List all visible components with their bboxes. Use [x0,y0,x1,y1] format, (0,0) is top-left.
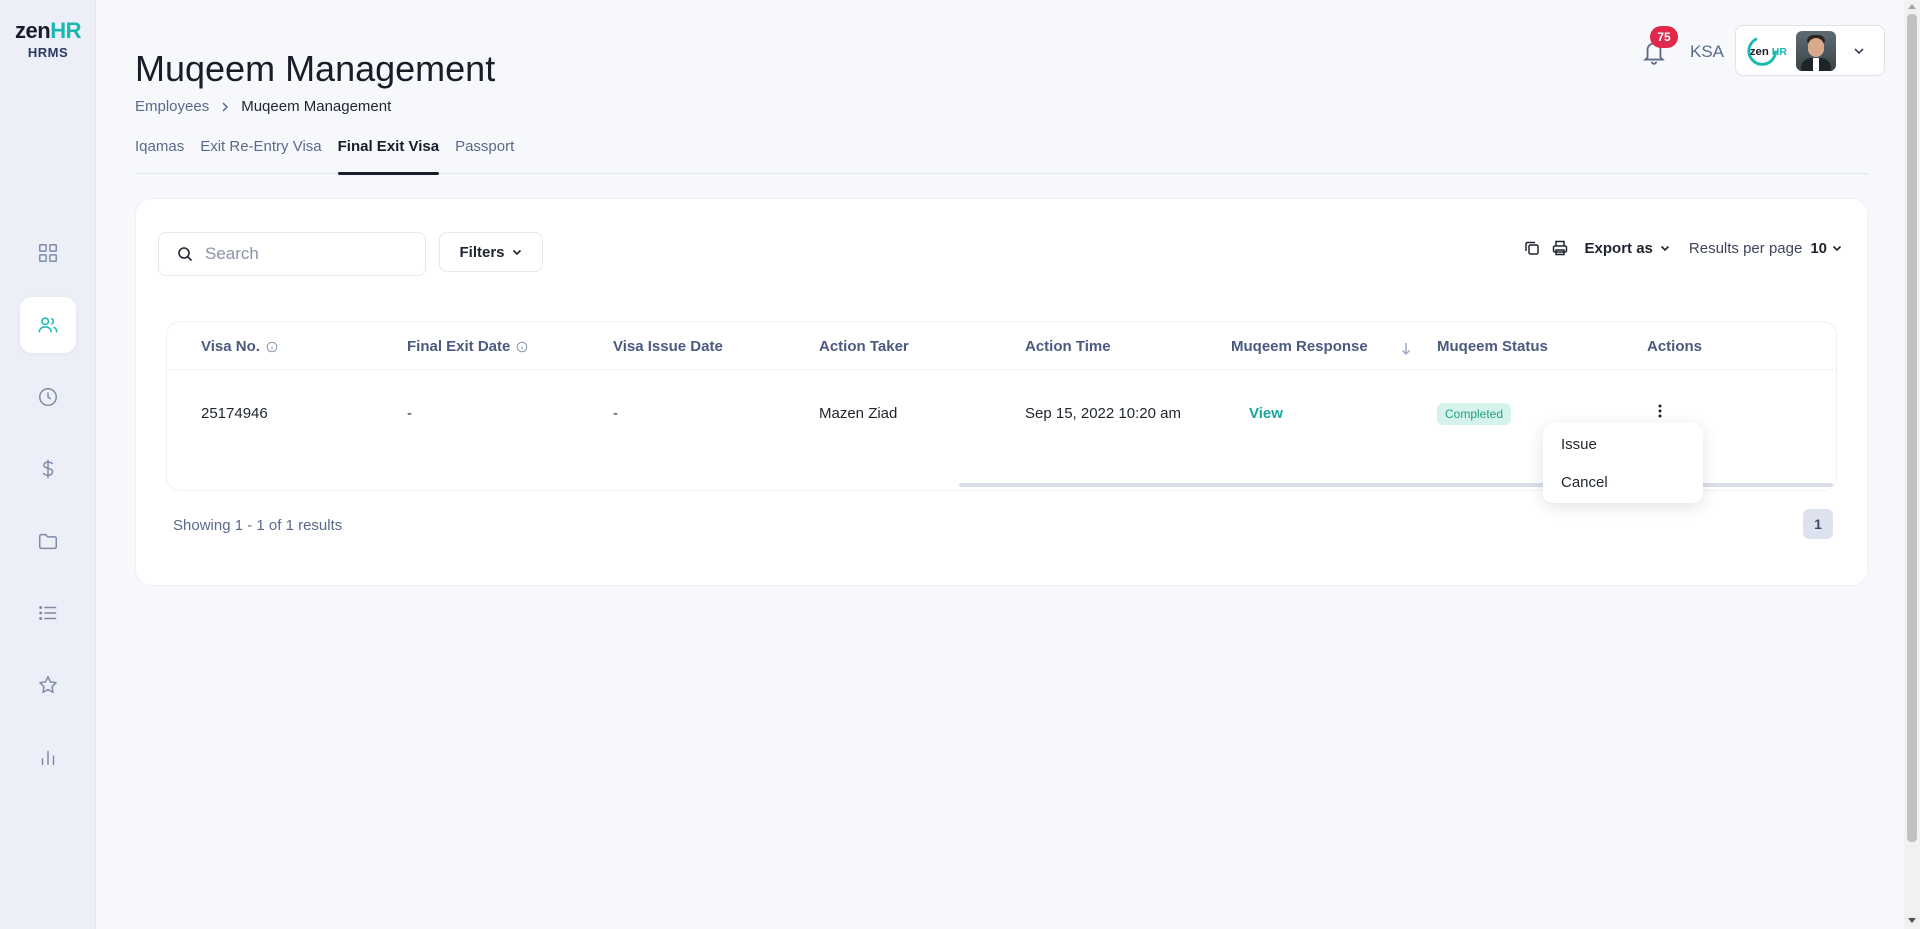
sidebar-item-payroll[interactable] [20,441,76,497]
sort-arrow-down-icon[interactable] [1400,342,1412,356]
page-scrollbar[interactable] [1904,0,1920,929]
scroll-down-arrow-icon[interactable] [1908,918,1916,923]
breadcrumb: Employees Muqeem Management [135,98,391,115]
bar-chart-icon [41,750,55,766]
logo-main: zen [15,18,51,43]
column-header-action-time[interactable]: Action Time [1025,338,1111,355]
column-header-visa-no[interactable]: Visa No. [201,338,278,355]
chevron-right-icon [222,101,229,112]
column-label: Visa No. [201,338,260,355]
zenhr-company-logo-icon: zen HR [1747,35,1788,66]
table-toolbar: Export as Results per page 10 [1523,239,1843,257]
cell-action-taker: Mazen Ziad [819,405,898,422]
sidebar-item-attendance[interactable] [20,369,76,425]
logo-accent: HR [50,18,81,43]
row-actions-button[interactable] [1650,401,1670,421]
chevron-down-icon [1660,245,1669,252]
results-summary: Showing 1 - 1 of 1 results [173,517,343,534]
print-icon[interactable] [1551,239,1569,257]
list-icon [39,606,57,620]
column-header-visa-issue-date[interactable]: Visa Issue Date [613,338,723,355]
page-title: Muqeem Management [135,48,496,89]
column-header-final-exit-date[interactable]: Final Exit Date [407,338,528,355]
zenhr-logo[interactable]: zenHR HRMS [0,18,96,60]
results-per-page-select[interactable]: 10 [1810,240,1843,257]
results-per-page-label: Results per page [1688,239,1803,257]
sidebar-item-employees[interactable] [20,297,76,353]
clock-icon [39,388,57,406]
users-icon [38,317,58,333]
column-header-muqeem-response[interactable]: Muqeem Response [1231,338,1368,355]
chevron-down-icon [1854,47,1864,54]
column-label: Final Exit Date [407,338,511,355]
tab-iqamas[interactable]: Iqamas [135,136,184,174]
cell-action-time: Sep 15, 2022 10:20 am [1025,405,1181,422]
column-header-actions: Actions [1647,338,1703,355]
kebab-menu-icon [1658,404,1662,418]
row-actions-menu: Issue Cancel [1543,423,1703,503]
filters-button[interactable]: Filters [439,232,543,272]
folder-icon [39,533,57,550]
filters-label: Filters [459,243,505,261]
tab-bar: Iqamas Exit Re-Entry Visa Final Exit Vis… [135,136,1868,175]
svg-text:HR: HR [1772,45,1788,57]
results-per-page-value: 10 [1810,239,1827,257]
sidebar-item-reports[interactable] [20,729,76,785]
star-icon [39,676,57,693]
dollar-icon [42,459,54,479]
column-header-muqeem-status[interactable]: Muqeem Status [1437,338,1548,355]
search-icon [178,247,193,262]
scrollbar-thumb[interactable] [1907,14,1917,842]
cell-final-exit-date: - [407,405,412,422]
scroll-up-arrow-icon[interactable] [1908,4,1916,9]
info-icon [517,341,528,352]
pagination-page-1[interactable]: 1 [1803,509,1833,539]
sidebar-item-performance[interactable] [20,657,76,713]
region-label[interactable]: KSA [1690,42,1724,62]
export-label: Export as [1584,239,1653,257]
visa-table-card: Filters Export as Results per page 10 Vi… [135,198,1868,586]
sidebar-item-dashboard[interactable] [20,225,76,281]
menu-item-cancel[interactable]: Cancel [1543,473,1703,511]
info-icon [266,341,278,352]
column-header-action-taker[interactable]: Action Taker [819,338,909,355]
sidebar-item-documents[interactable] [20,513,76,569]
copy-icon[interactable] [1523,239,1541,257]
view-response-link[interactable]: View [1249,405,1283,422]
tab-exit-re-entry-visa[interactable]: Exit Re-Entry Visa [200,136,321,174]
dashboard-grid-icon [39,244,57,262]
cell-visa-no: 25174946 [201,405,268,422]
search-input[interactable] [205,244,405,264]
sidebar-item-requests[interactable] [20,585,76,641]
sidebar: zenHR HRMS [0,0,96,929]
menu-item-issue[interactable]: Issue [1543,435,1703,473]
search-box[interactable] [158,232,426,276]
account-switcher[interactable]: zen HR [1735,25,1885,76]
notification-count-badge: 75 [1650,26,1678,48]
tab-final-exit-visa[interactable]: Final Exit Visa [337,136,440,175]
chevron-down-icon [1832,245,1842,252]
tab-passport[interactable]: Passport [455,136,514,174]
cell-visa-issue-date: - [613,405,618,422]
export-as-button[interactable]: Export as [1585,240,1671,257]
user-avatar [1796,30,1836,71]
svg-text:zen: zen [1750,45,1769,57]
status-badge: Completed [1437,403,1512,425]
company-logo: zen HR [1746,34,1788,68]
breadcrumb-employees-link[interactable]: Employees [135,98,209,115]
chevron-down-icon [512,249,521,256]
breadcrumb-current: Muqeem Management [241,98,392,115]
table-header: Visa No. Final Exit Date Visa Issue Date… [167,322,1836,370]
logo-subtitle: HRMS [27,45,69,60]
